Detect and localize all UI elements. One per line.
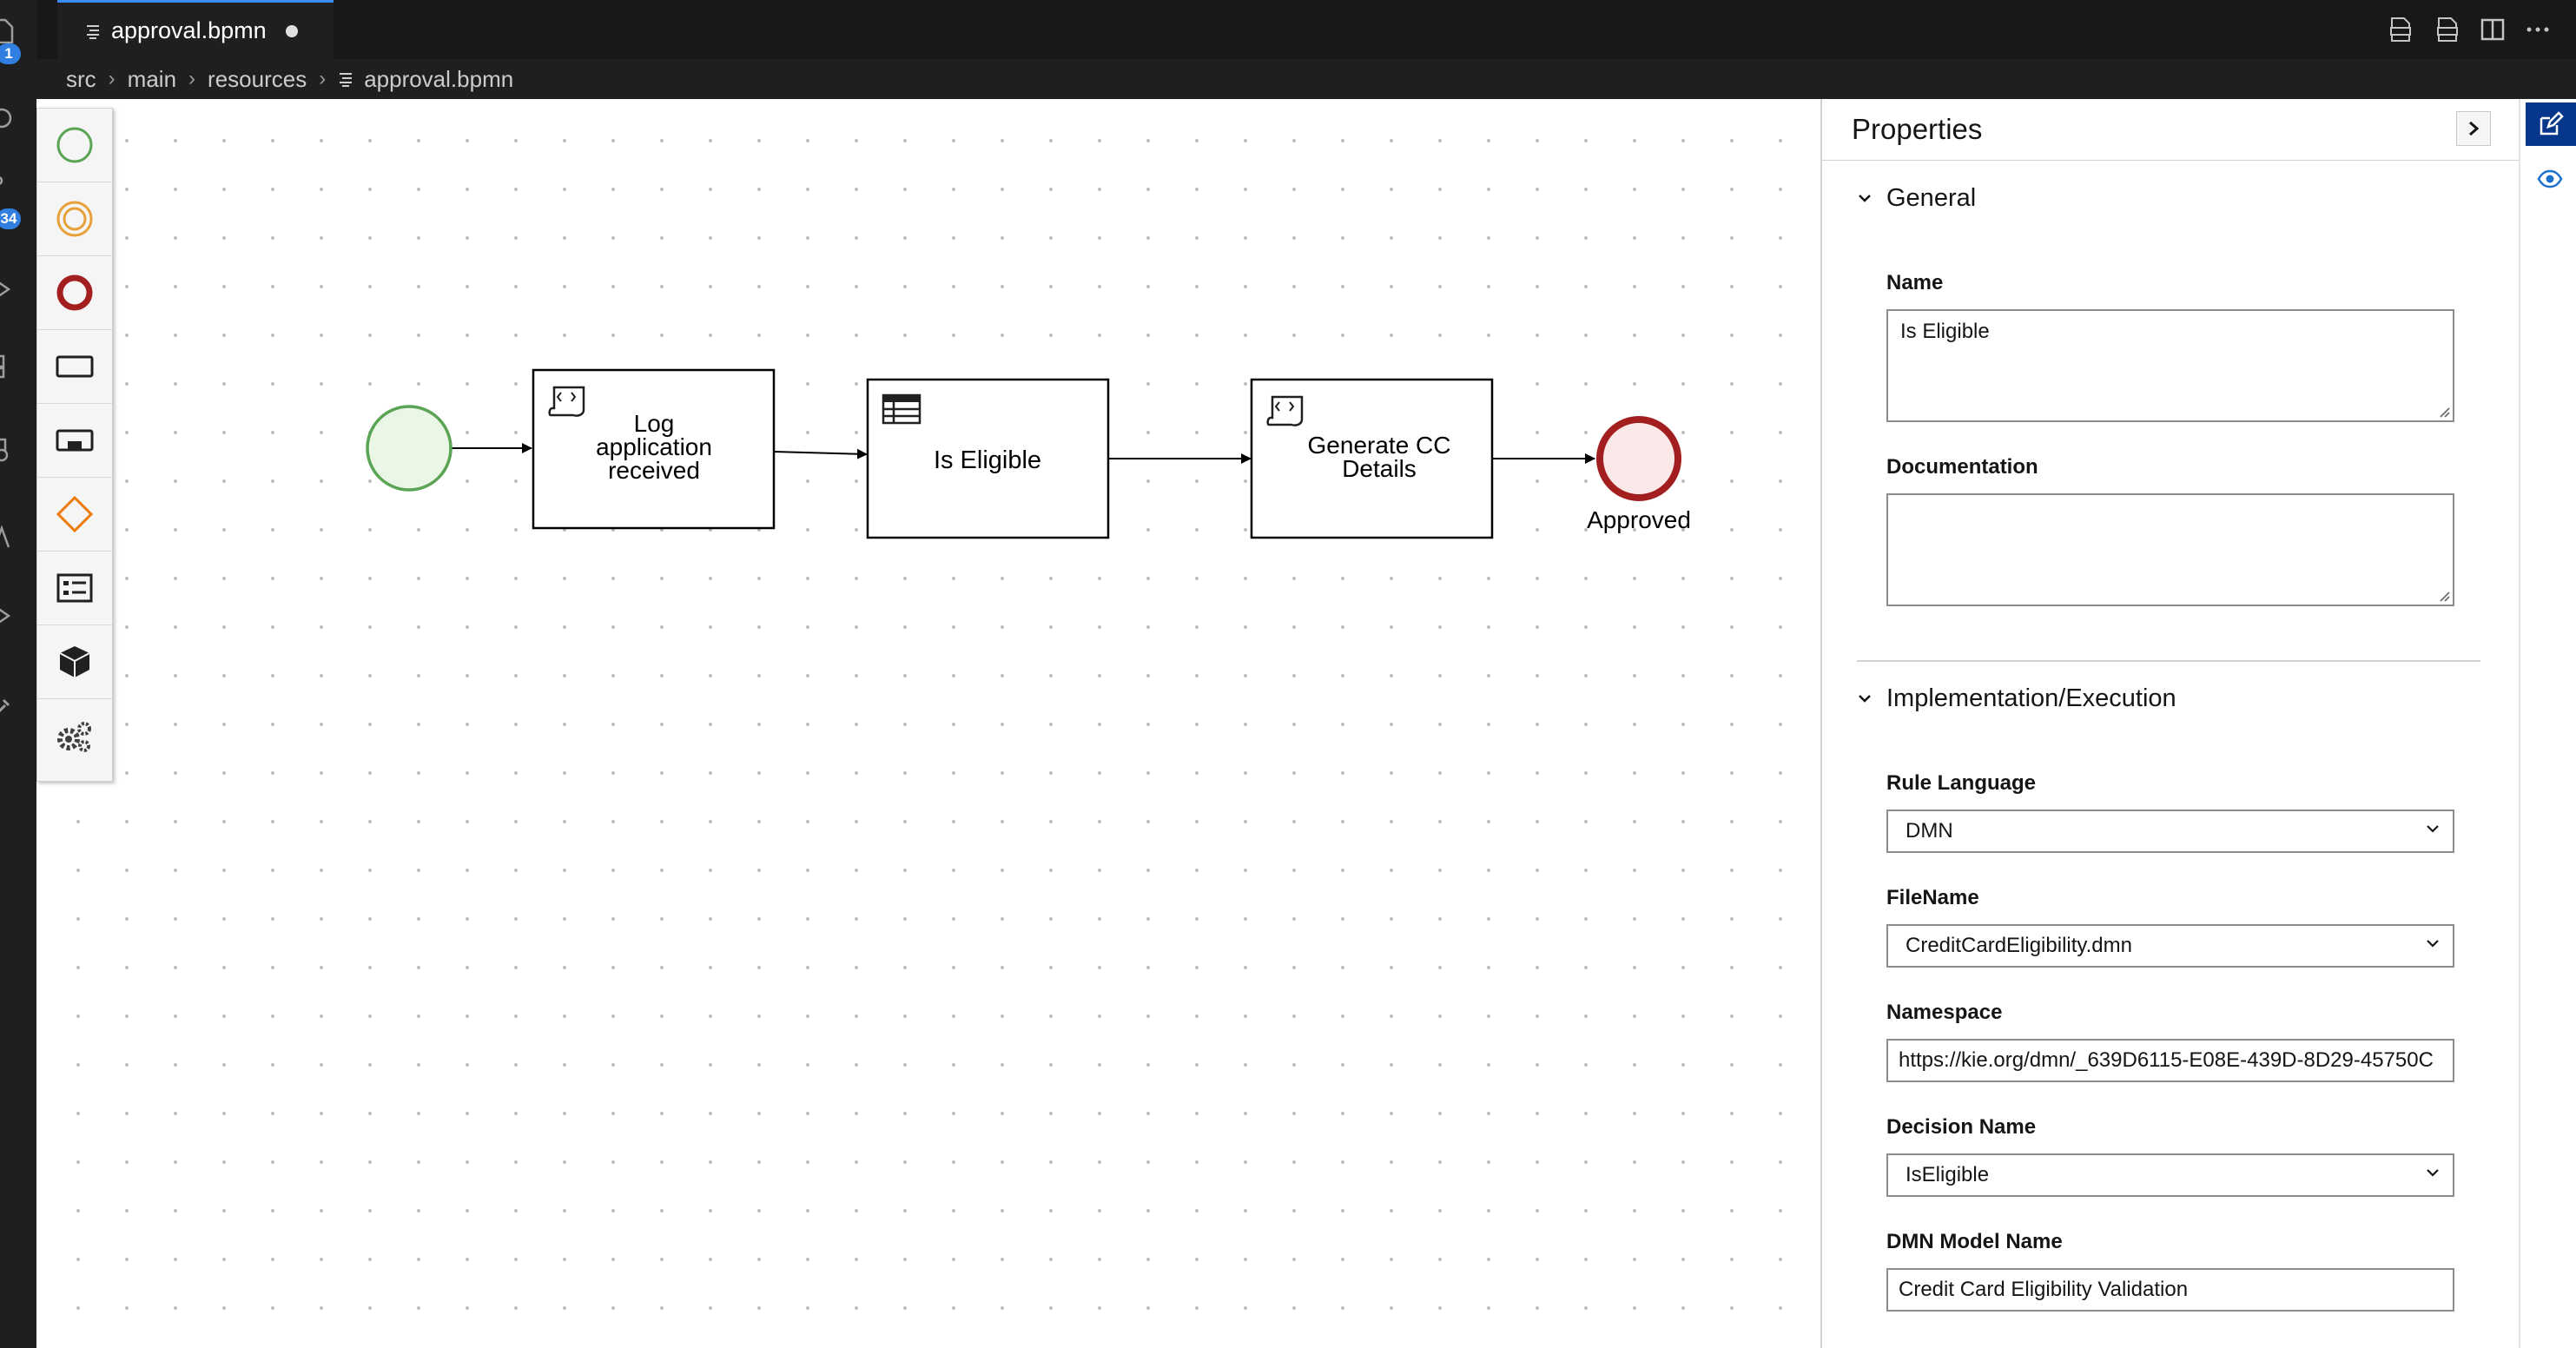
tools-icon[interactable] [0,695,17,721]
end-event-label: Approved [1587,506,1691,533]
dmn-model-name-input[interactable]: Credit Card Eligibility Validation [1886,1268,2454,1312]
chevron-down-icon [2427,825,2439,833]
task-label-line: Details [1342,455,1417,482]
chevron-down-icon [1859,694,1871,703]
svg-export-icon[interactable] [2387,16,2414,43]
sequence-flow[interactable] [773,448,868,459]
run-debug-icon[interactable] [0,276,17,302]
dmn-model-name-value: Credit Card Eligibility Validation [1899,1278,2189,1301]
dmn-model-name-label: DMN Model Name [1886,1230,2063,1253]
resize-grip-icon[interactable] [2437,405,2451,419]
task-is-eligible[interactable]: Is Eligible [866,378,1110,539]
explorer-icon[interactable] [0,17,17,43]
split-editor-icon[interactable] [2479,16,2507,43]
file-lines-icon [340,73,353,87]
eye-icon [2537,169,2563,188]
section-divider [1857,660,2480,662]
task-label-line: Is Eligible [934,446,1041,474]
namespace-label: Namespace [1886,1001,2003,1024]
chevron-right-icon [2469,121,2480,136]
name-textarea[interactable]: Is Eligible [1886,309,2454,422]
documentation-label: Documentation [1886,455,2038,479]
chevron-right-icon: › [108,67,116,90]
decision-name-select[interactable]: IsEligible [1886,1153,2454,1197]
properties-panel: Properties General Name Is Eligible Docu… [1820,99,2519,1348]
breadcrumb: src › main › resources › approval.bpmn [36,59,2576,99]
end-event-approved[interactable] [1596,416,1681,501]
tab-label: approval.bpmn [111,17,267,43]
breadcrumb-file[interactable]: approval.bpmn [364,66,513,93]
name-value: Is Eligible [1900,320,1990,343]
testing-icon[interactable] [0,525,17,551]
task-label-line: received [608,457,700,484]
filename-select[interactable]: CreditCardEligibility.dmn [1886,924,2454,968]
chevron-right-icon: › [188,67,196,90]
deploy-icon[interactable] [0,603,17,629]
documentation-textarea[interactable] [1886,493,2454,606]
section-implementation-toggle[interactable]: Implementation/Execution [1857,684,2176,713]
source-control-badge: 34 [0,208,21,229]
start-event[interactable] [366,405,452,492]
unsaved-dot-icon[interactable] [285,24,298,37]
rule-language-select[interactable]: DMN [1886,809,2454,853]
chevron-down-icon [1859,194,1871,202]
explorer-badge: 1 [0,43,21,64]
tab-approval-bpmn[interactable]: approval.bpmn [57,0,334,59]
file-lines-icon [87,24,99,39]
source-control-icon[interactable] [0,174,17,200]
task-log-application[interactable]: Log application received [532,368,776,530]
edit-properties-button[interactable] [2526,102,2576,146]
properties-header: Properties [1822,99,2519,161]
breadcrumb-src[interactable]: src [66,66,96,93]
bpmn-diagram: Log application received Is Eligible Gen… [366,368,1691,539]
activity-bar: 1 34 [0,0,36,1348]
name-label: Name [1886,271,1944,294]
namespace-input[interactable]: https://kie.org/dmn/_639D6115-E08E-439D-… [1886,1039,2454,1082]
breadcrumb-resources[interactable]: resources [208,66,307,93]
resize-grip-icon[interactable] [2437,589,2451,603]
collapse-panel-button[interactable] [2456,111,2491,146]
chevron-right-icon: › [319,67,327,90]
extensions-icon[interactable] [0,353,17,379]
diagram-canvas[interactable]: Log application received Is Eligible Gen… [36,99,1820,1348]
namespace-value: https://kie.org/dmn/_639D6115-E08E-439D-… [1899,1048,2434,1072]
filename-value: CreditCardEligibility.dmn [1906,934,2132,957]
svg-download-icon[interactable] [2434,16,2461,43]
search-icon[interactable] [0,106,17,132]
preview-button[interactable] [2531,160,2569,198]
task-generate-cc-details[interactable]: Generate CC Details [1250,378,1494,539]
decision-name-value: IsEligible [1906,1163,1990,1186]
filename-label: FileName [1886,886,1979,909]
chevron-down-icon [2427,1169,2439,1177]
edit-icon [2540,111,2564,135]
tab-bar: approval.bpmn [36,0,2576,59]
section-general-heading: General [1886,184,1977,212]
section-implementation-heading: Implementation/Execution [1886,684,2176,712]
rule-language-value: DMN [1906,819,1953,842]
more-actions-icon[interactable] [2524,16,2552,43]
rule-language-label: Rule Language [1886,771,2037,795]
section-general-toggle[interactable]: General [1857,184,1976,213]
remote-explorer-icon[interactable] [0,436,17,462]
properties-rail [2519,99,2576,1348]
decision-name-label: Decision Name [1886,1115,2037,1139]
properties-title: Properties [1852,113,1983,145]
breadcrumb-main[interactable]: main [128,66,176,93]
chevron-down-icon [2427,940,2439,948]
